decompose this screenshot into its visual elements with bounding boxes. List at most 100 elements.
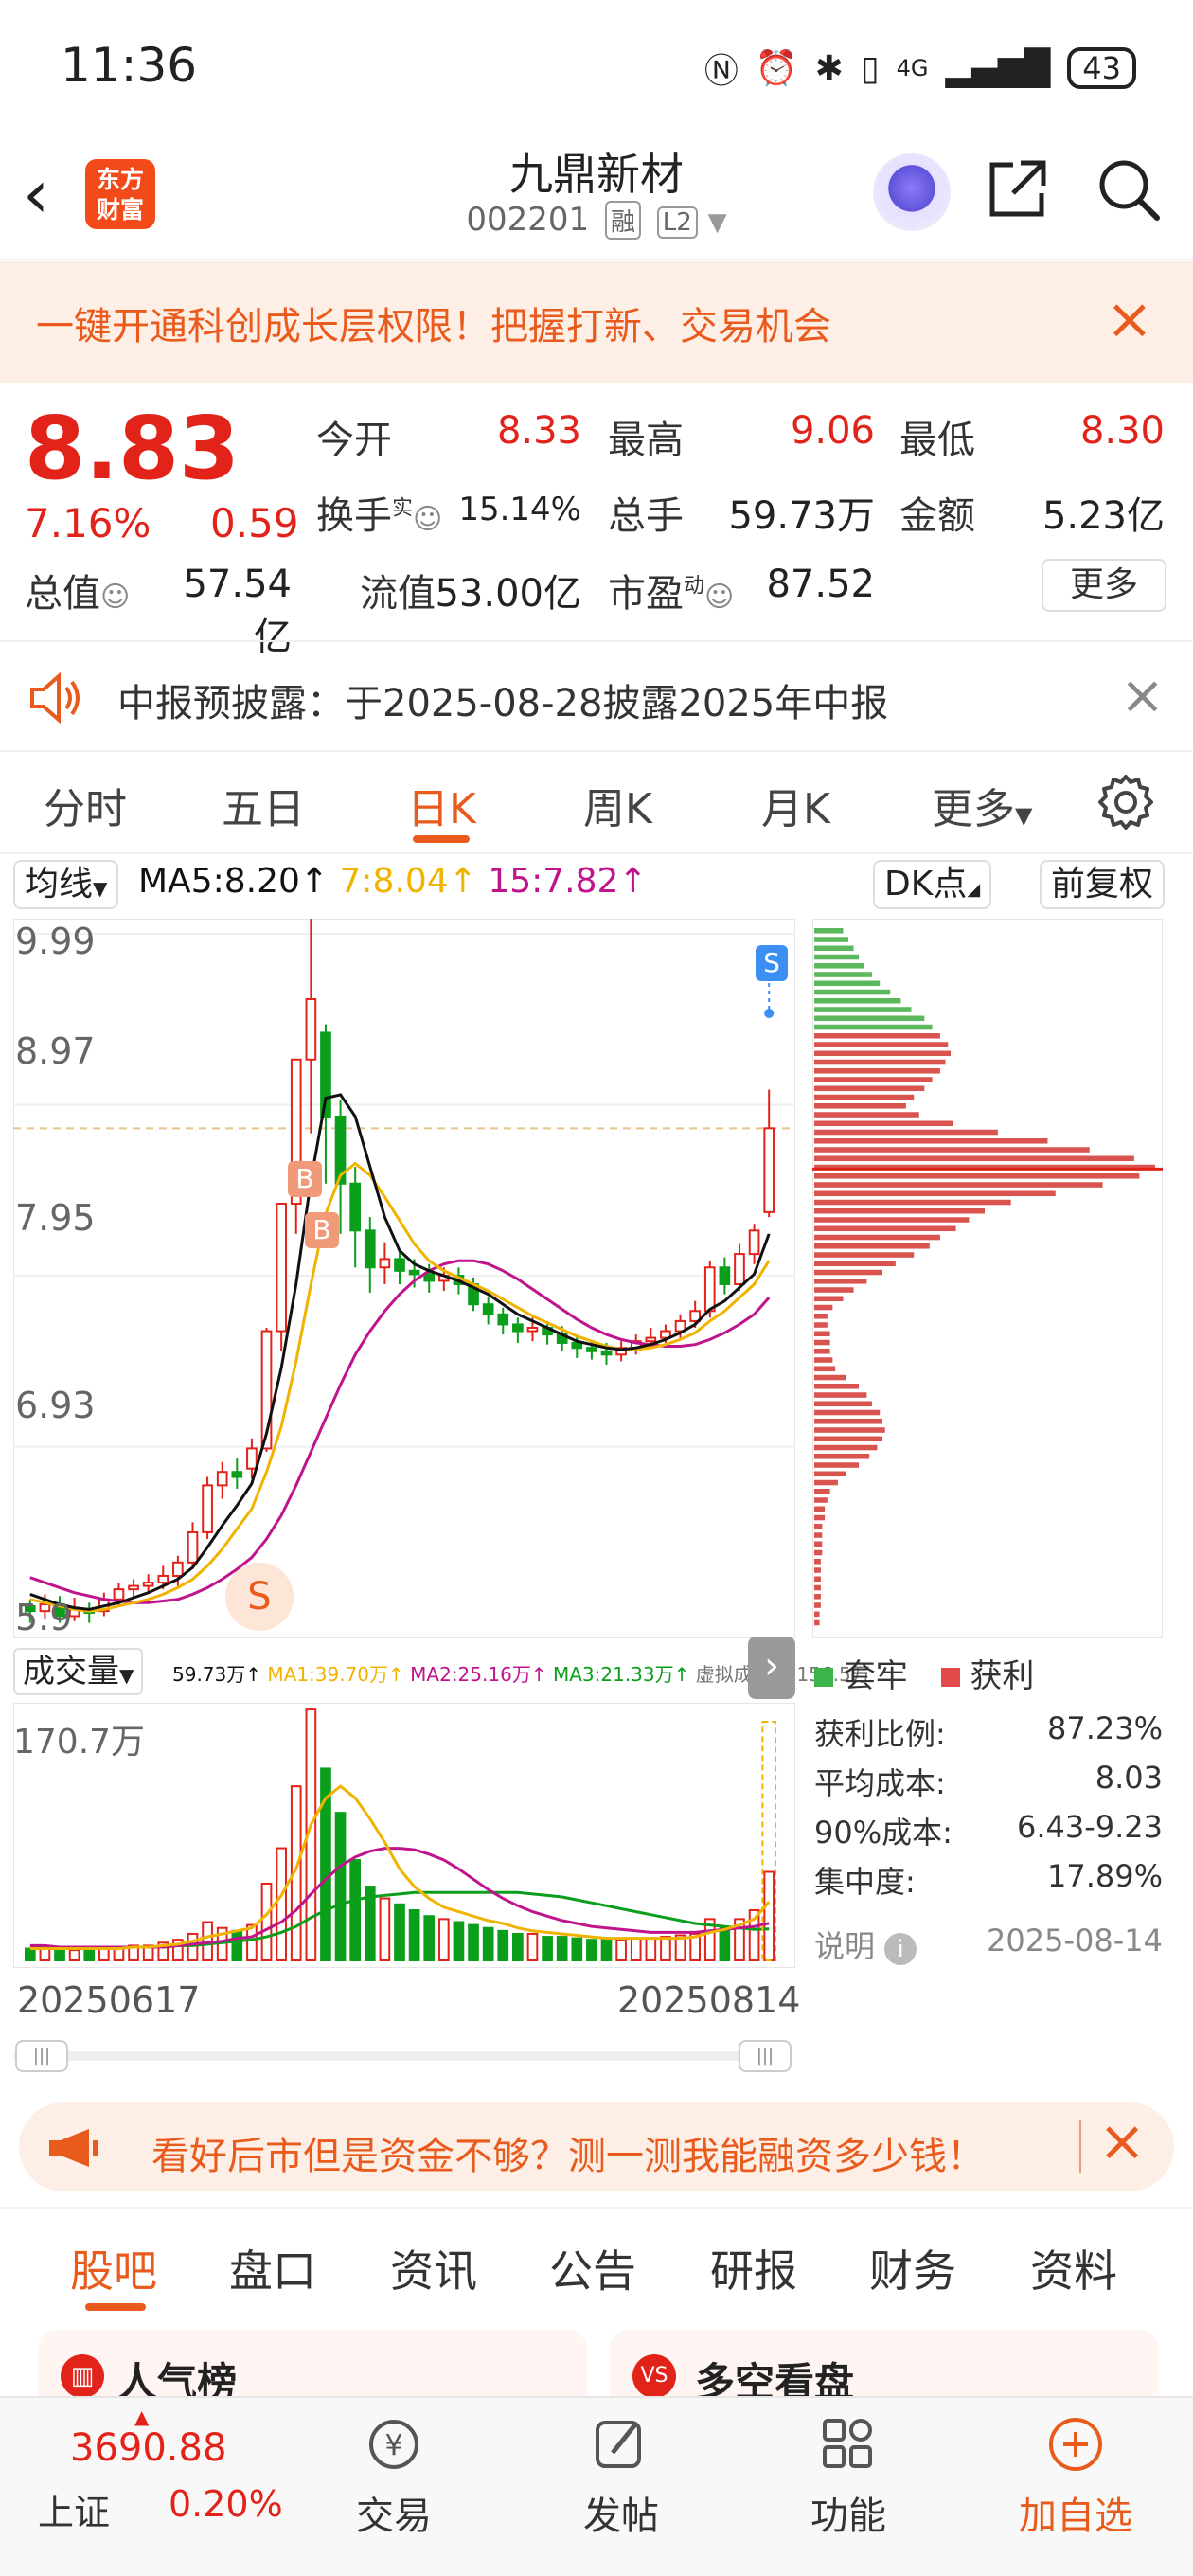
adjust-button[interactable]: 前复权	[1040, 860, 1166, 909]
financing-ad[interactable]: 看好后市但是资金不够？测一测我能融资多少钱！ ×	[19, 2102, 1174, 2191]
close-icon[interactable]: ×	[1120, 665, 1165, 726]
chip-bar-profit	[814, 1576, 821, 1583]
more-button[interactable]: 更多	[1042, 559, 1166, 612]
tab-weekly-k[interactable]: 周K	[583, 775, 652, 835]
share-icon[interactable]	[985, 155, 1051, 222]
volume-max-label: 170.7万	[13, 1723, 146, 1762]
tab-intraday[interactable]: 分时	[44, 775, 127, 835]
tab-financials[interactable]: 财务	[869, 2237, 956, 2299]
open-label: 今开	[316, 419, 392, 462]
chip-bar-profit	[814, 1532, 823, 1538]
pe-label[interactable]: 市盈动☺	[608, 563, 734, 617]
tab-daily-k[interactable]: 日K	[407, 775, 476, 835]
buy-marker[interactable]: B	[305, 1212, 339, 1248]
y-tick-label: 6.93	[15, 1385, 96, 1426]
tab-news[interactable]: 资讯	[390, 2237, 477, 2299]
chip-distribution-chart	[812, 919, 1163, 1638]
chip-bar-profit	[814, 1549, 823, 1556]
promo-banner[interactable]: 一键开通科创成长层权限！把握打新、交易机会 ×	[0, 261, 1193, 383]
dk-button[interactable]: DK点◢	[873, 860, 992, 909]
info-icon[interactable]: i	[884, 1933, 917, 1965]
close-icon[interactable]: ×	[1106, 286, 1153, 352]
tab-forum[interactable]: 股吧	[70, 2237, 157, 2299]
chip-bar-profit	[814, 1077, 933, 1082]
candlestick-chart[interactable]	[13, 919, 795, 1638]
popularity-card[interactable]: ▥ 人气榜	[38, 2330, 587, 2406]
chip-bar-profit	[814, 1567, 821, 1573]
dropdown-icon: ▼	[93, 877, 108, 900]
volume-bar	[408, 1909, 420, 1961]
index-value[interactable]: 3690.88	[70, 2426, 226, 2470]
stock-code: 002201	[466, 201, 590, 239]
chip-bar-profit	[814, 1314, 828, 1319]
volume-selector-label: 成交量	[23, 1653, 119, 1690]
chip-bar-profit	[814, 1261, 896, 1267]
up-arrow-icon: ▲	[134, 2406, 150, 2428]
chevron-right-icon[interactable]: ›	[748, 1637, 795, 1699]
status-bar: 11:36 Ⓝ ⏰ ✱ ▯ 4G ▂▄▆█ 43	[0, 0, 1193, 133]
dropdown-icon[interactable]: ▼	[708, 208, 727, 237]
tab-orderbook[interactable]: 盘口	[229, 2237, 316, 2299]
tab-five-day[interactable]: 五日	[222, 775, 305, 835]
candle-body	[734, 1253, 745, 1285]
assistant-robot-icon[interactable]	[873, 153, 951, 231]
chip-bar-profit	[814, 1112, 919, 1118]
info-icon[interactable]: ☺	[704, 581, 734, 614]
volume-bar	[512, 1932, 524, 1961]
volume-bar	[246, 1923, 258, 1962]
sell-marker[interactable]: S	[756, 945, 788, 981]
tab-profile[interactable]: 资料	[1030, 2237, 1117, 2299]
ma-selector[interactable]: 均线▼	[13, 860, 119, 909]
volume-selector[interactable]: 成交量▼	[13, 1648, 144, 1695]
buy-marker[interactable]: B	[288, 1161, 322, 1197]
chip-bar-profit	[814, 1322, 828, 1328]
signal-marker[interactable]: S	[225, 1563, 294, 1631]
nav-functions[interactable]: 功能	[773, 2413, 924, 2540]
volume-bar	[600, 1939, 613, 1961]
note-row[interactable]: 说明 i	[814, 1923, 917, 1966]
chip-bar-profit	[814, 1269, 882, 1276]
chip-bar-profit	[814, 1366, 836, 1372]
range-right-handle[interactable]: |||	[739, 2040, 792, 2072]
chip-bar-profit	[814, 1059, 946, 1065]
volume-bar	[660, 1936, 671, 1961]
chip-bar-profit	[814, 1050, 951, 1057]
chip-bar-profit	[814, 1619, 820, 1626]
search-icon[interactable]	[1095, 155, 1163, 224]
turnover-sup: 实	[392, 496, 414, 521]
chip-bar-profit	[814, 1374, 846, 1381]
long-short-card[interactable]: VS 多空看盘	[610, 2330, 1159, 2406]
tab-research[interactable]: 研报	[710, 2237, 797, 2299]
tab-more[interactable]: 更多▼	[932, 775, 1032, 835]
gear-icon[interactable]	[1096, 773, 1155, 832]
notice-text: 中报预披露：于2025-08-28披露2025年中报	[117, 682, 889, 725]
info-icon[interactable]: ☺	[100, 581, 130, 614]
dropdown-icon: ▼	[119, 1664, 134, 1687]
nav-add-watchlist[interactable]: 加自选	[1000, 2413, 1151, 2540]
ma-selector-label: 均线	[25, 865, 94, 903]
chip-bar-trapped	[814, 963, 864, 969]
volume-bar	[423, 1915, 436, 1961]
tab-announcements[interactable]: 公告	[549, 2237, 636, 2299]
tab-monthly-k[interactable]: 月K	[761, 775, 830, 835]
index-name[interactable]: 上证	[38, 2483, 110, 2535]
ma-values: MA5:8.20↑ 7:8.04↑ 15:7.82↑	[138, 862, 648, 901]
chip-bar-profit	[814, 1427, 885, 1433]
nav-post[interactable]: 发帖	[545, 2413, 697, 2540]
turnover-label[interactable]: 换手实☺	[316, 485, 442, 540]
stat-value: 8.03	[1095, 1760, 1163, 1796]
add-circle-icon	[1049, 2418, 1102, 2471]
info-icon[interactable]: ☺	[413, 503, 442, 536]
notice-bar[interactable]: 中报预披露：于2025-08-28披露2025年中报 ×	[0, 646, 1193, 750]
chip-bar-profit	[814, 1419, 882, 1424]
range-track[interactable]	[13, 2051, 790, 2061]
candle-body	[187, 1530, 199, 1564]
ma7-line	[29, 1161, 771, 1613]
candle-body	[305, 998, 317, 1061]
mktcap-label[interactable]: 总值☺	[25, 563, 130, 617]
candle-body	[423, 1273, 436, 1282]
nav-trade[interactable]: ¥ 交易	[318, 2413, 470, 2540]
close-icon[interactable]: ×	[1098, 2108, 1146, 2174]
range-left-handle[interactable]: |||	[15, 2040, 68, 2072]
volume-ma1: MA1:39.70万↑	[267, 1663, 404, 1686]
